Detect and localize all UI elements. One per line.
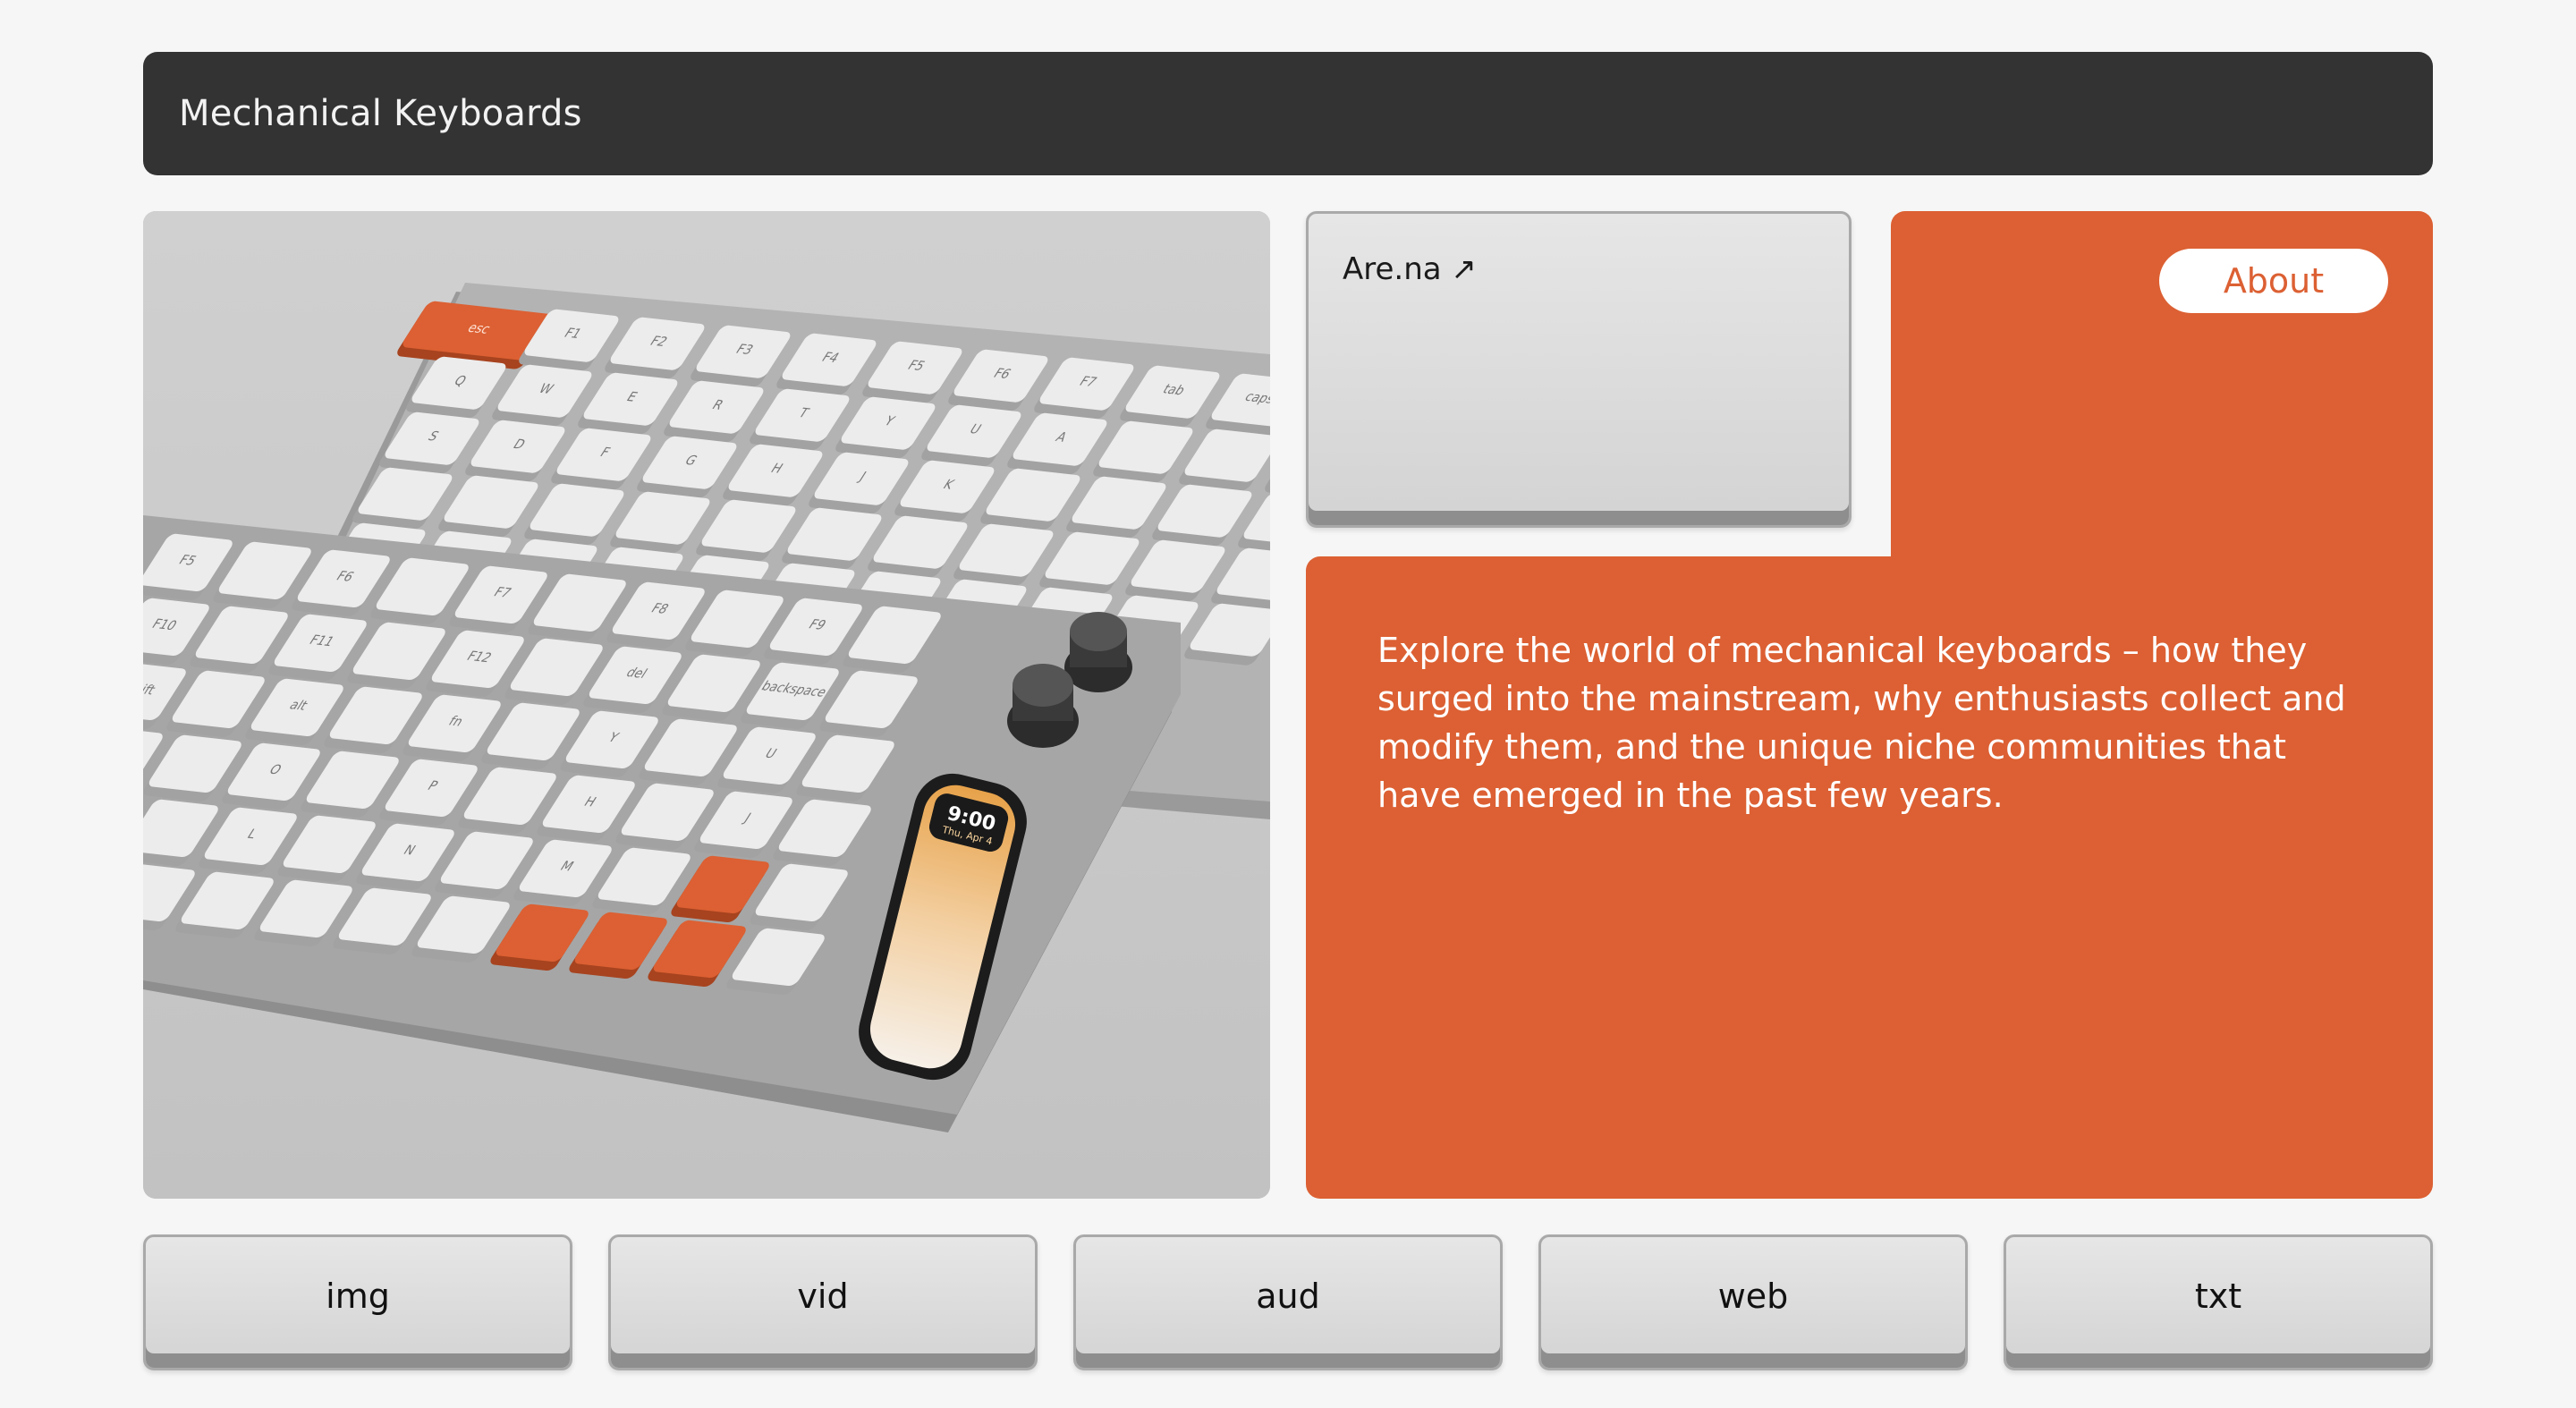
keyboard-illustration: esc F1 F2 F3 F4 F5 F6 F7 tab capsQ W ERTYUASDFGHJK … [143,211,1270,1199]
media-button-txt[interactable]: txt [2004,1234,2433,1370]
header-bar: Mechanical Keyboards [143,52,2433,175]
keyboard-image: esc F1 F2 F3 F4 F5 F6 F7 tab caps Q W E R T Y U A S D F G H J K … [143,211,1270,1199]
media-button-img[interactable]: img [143,1234,572,1370]
media-type-bar: img vid aud web txt [143,1234,2433,1370]
media-button-aud[interactable]: aud [1073,1234,1503,1370]
about-button[interactable]: About [2159,249,2388,313]
page-title: Mechanical Keyboards [179,93,582,134]
page: Mechanical Keyboards esc F1 F2 F3 F4 F5 … [0,0,2576,1408]
arena-card[interactable]: Are.na ↗ [1306,211,1852,528]
media-button-web[interactable]: web [1538,1234,1968,1370]
media-button-vid[interactable]: vid [608,1234,1038,1370]
arena-link[interactable]: Are.na ↗ [1343,251,1477,287]
about-description: Explore the world of mechanical keyboard… [1377,631,2346,815]
